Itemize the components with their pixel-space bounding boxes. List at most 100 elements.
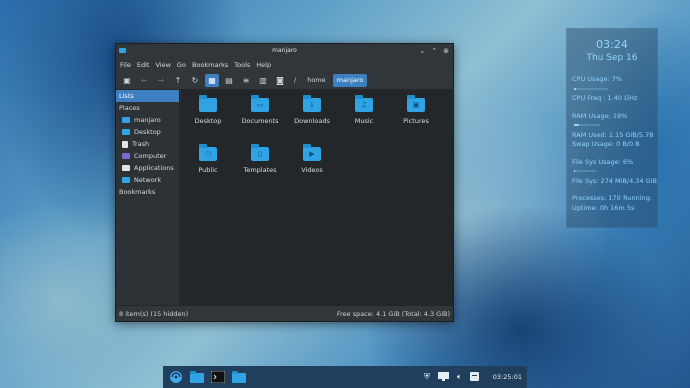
ram-usage: RAM Usage: 19% (572, 111, 628, 120)
menu-help[interactable]: Help (256, 61, 271, 69)
menu-file[interactable]: File (120, 61, 131, 69)
sidebar-item-label: Computer (134, 152, 167, 160)
places-header: Places (119, 104, 140, 112)
downloads-folder-icon: ↓ (303, 95, 321, 112)
cpu-usage-bar (574, 87, 608, 90)
folder-item[interactable]: ▯ Templates (234, 144, 286, 174)
breadcrumb-root[interactable]: / (290, 74, 300, 87)
menu-go[interactable]: Go (177, 61, 186, 69)
icon-view-icon[interactable]: ▦ (205, 73, 219, 87)
titlebar[interactable]: manjaro ⌄ ⌃ ⊗ (116, 44, 453, 58)
sidebar-item-label: Network (134, 176, 162, 184)
file-manager-task-icon[interactable] (231, 369, 247, 385)
sidebar-item-network[interactable]: Network (116, 174, 179, 186)
desktop-folder-icon (122, 129, 130, 135)
folder-label: Videos (301, 166, 323, 174)
volume-icon[interactable]: 🔈︎ (457, 372, 462, 382)
fs-usage-bar (574, 170, 596, 172)
menubar: File Edit View Go Bookmarks Tools Help (116, 58, 453, 71)
display-icon[interactable] (437, 371, 449, 383)
folder-label: Desktop (194, 117, 222, 125)
sidebar-item-label: Desktop (134, 128, 161, 136)
cpu-usage-row: CPU Usage: 7% (572, 75, 652, 94)
sidebar-item-manjaro[interactable]: manjaro (116, 114, 179, 126)
menu-view[interactable]: View (155, 61, 170, 69)
menu-edit[interactable]: Edit (137, 61, 150, 69)
compact-view-icon[interactable]: ▤ (222, 74, 236, 87)
music-folder-icon: ♫ (355, 95, 373, 112)
sidebar-item-desktop[interactable]: Desktop (116, 126, 179, 138)
folder-item[interactable]: ⚇ Public (182, 144, 234, 174)
folder-label: Music (354, 117, 374, 125)
folder-item[interactable]: ▶ Videos (286, 144, 338, 174)
sidebar-item-label: Applications (134, 164, 174, 172)
folder-label: Pictures (403, 117, 429, 125)
public-folder-icon: ⚇ (199, 144, 217, 161)
uptime: Uptime: 0h 16m 5s (572, 203, 635, 212)
running: Running: (623, 194, 652, 202)
bookmarks-header: Bookmarks (119, 188, 156, 196)
ram-usage-bar (574, 124, 600, 126)
folder-item[interactable]: ▭ Documents (234, 95, 286, 125)
new-tab-icon[interactable]: ▣ (120, 74, 134, 87)
cpu-freq: CPU Freq : 1.40 GHz (572, 94, 638, 102)
folder-item[interactable]: ↓ Downloads (286, 95, 338, 125)
clipboard-icon[interactable] (469, 371, 479, 383)
sidebar-item-label: manjaro (134, 116, 161, 124)
file-view[interactable]: Desktop ▭ Documents ↓ Downloads ♫ Music … (181, 90, 453, 306)
folder-item[interactable]: ♫ Music (338, 95, 390, 125)
sidebar-item-computer[interactable]: Computer (116, 150, 179, 162)
trash-icon (122, 140, 128, 148)
sidebar-lists[interactable]: Lists (116, 90, 179, 102)
taskbar-clock[interactable]: 03:25:01 (487, 373, 522, 381)
applications-icon (122, 165, 130, 171)
pictures-folder-icon: ▣ (407, 95, 425, 112)
monitor-time: 03:24 (596, 38, 628, 51)
window-title: manjaro (272, 47, 297, 54)
folder-item[interactable]: ▣ Pictures (390, 95, 442, 125)
network-icon (122, 177, 130, 183)
processes-row: Processes: 170 Running: (572, 194, 652, 204)
breadcrumb-home[interactable]: home (303, 74, 329, 87)
fs-sys: File Sys: 274 MiB/4.34 GiB (572, 176, 657, 185)
free-space: Free space: 4.1 GiB (Total: 4.3 GiB) (336, 309, 450, 318)
up-icon[interactable]: ↑ (171, 74, 185, 87)
fs-usage-row: File Sys Usage: 6% (572, 158, 652, 177)
breadcrumb-manjaro[interactable]: manjaro (332, 73, 368, 87)
desktop-folder-icon (199, 95, 217, 112)
computer-icon (122, 153, 130, 159)
manjaro-menu-icon[interactable] (168, 369, 184, 385)
folder-launcher-icon[interactable] (189, 369, 205, 385)
list-view-icon[interactable]: ≡ (239, 74, 253, 87)
folder-label: Public (198, 166, 218, 174)
folder-item[interactable]: Desktop (182, 95, 234, 125)
minimize-button[interactable]: ⌄ (419, 47, 425, 55)
ram-usage-row: RAM Usage: 19% (572, 112, 652, 131)
close-button[interactable]: ⊗ (443, 47, 449, 55)
maximize-button[interactable]: ⌃ (431, 47, 437, 55)
path-toggle-icon[interactable]: ◙ (273, 74, 287, 87)
reload-icon[interactable]: ↻ (188, 74, 202, 87)
menu-bookmarks[interactable]: Bookmarks (192, 61, 228, 69)
system-tray: ⛨ 🔈︎ 03:25:01 (424, 371, 522, 383)
system-monitor-widget: 03:24 Thu Sep 16 CPU Usage: 7% CPU Freq … (566, 28, 658, 228)
terminal-icon[interactable] (210, 369, 226, 385)
statusbar: 8 item(s) (15 hidden) Free space: 4.1 Gi… (116, 305, 453, 321)
file-manager-window: manjaro ⌄ ⌃ ⊗ File Edit View Go Bookmark… (115, 43, 454, 322)
videos-folder-icon: ▶ (303, 144, 321, 161)
split-view-icon[interactable]: ▥ (256, 74, 270, 87)
back-icon[interactable]: ← (137, 74, 151, 87)
fs-usage: File Sys Usage: 6% (572, 157, 634, 166)
cpu-usage: CPU Usage: 7% (572, 75, 623, 83)
sidebar: Lists Places manjaro Desktop Trash Compu… (116, 90, 180, 306)
shield-icon[interactable]: ⛨ (424, 372, 430, 382)
toolbar: ▣ ← → ↑ ↻ ▦ ▤ ≡ ▥ ◙ / home manjaro (116, 71, 453, 90)
menu-tools[interactable]: Tools (234, 61, 250, 69)
taskbar: ⛨ 🔈︎ 03:25:01 (163, 366, 527, 388)
home-folder-icon (122, 117, 130, 123)
sidebar-item-applications[interactable]: Applications (116, 162, 179, 174)
folder-label: Documents (241, 117, 279, 125)
sidebar-item-trash[interactable]: Trash (116, 138, 179, 150)
swap-usage: Swap Usage: 0 B/0 B (572, 140, 640, 148)
forward-icon[interactable]: → (154, 74, 168, 87)
